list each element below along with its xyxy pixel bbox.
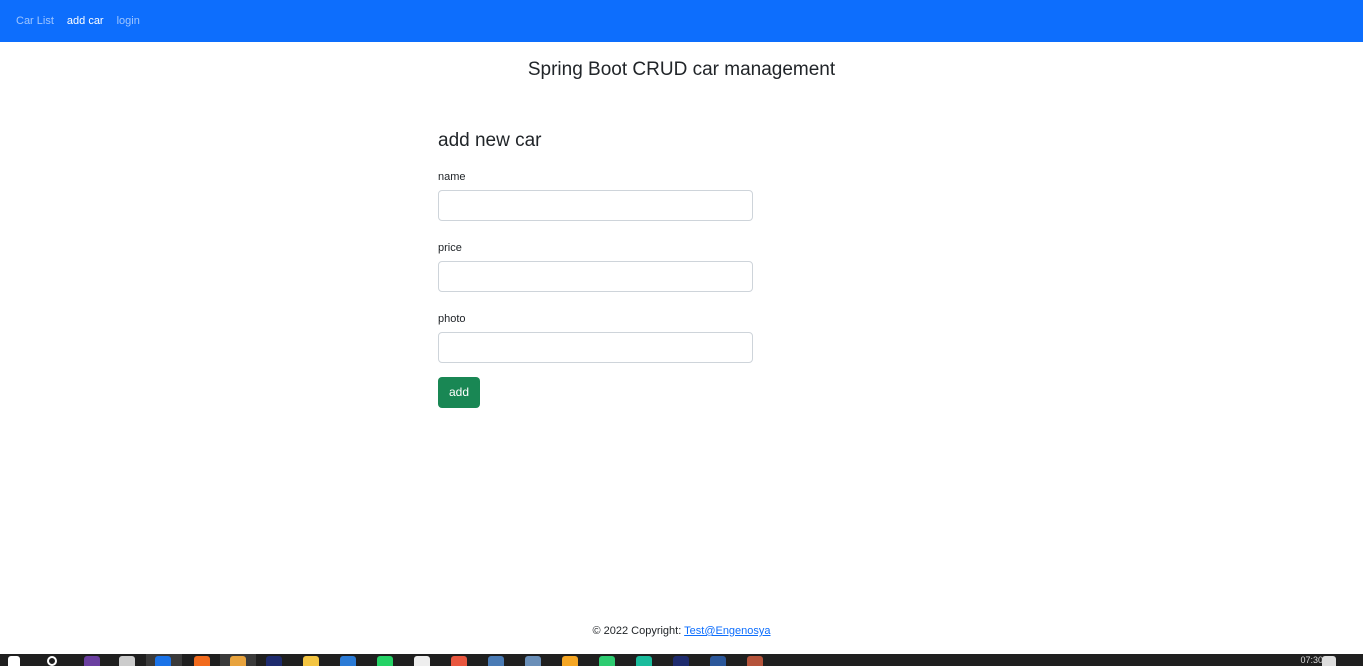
nav-login[interactable]: login: [117, 0, 140, 42]
windows-taskbar: 07:30: [0, 654, 1363, 666]
notification-icon[interactable]: [1322, 656, 1336, 666]
word-icon[interactable]: [710, 656, 726, 666]
nav-car-list[interactable]: Car List: [16, 0, 54, 42]
github-icon[interactable]: [525, 656, 541, 666]
photo-input[interactable]: [438, 332, 753, 363]
app-icon-2[interactable]: [599, 656, 615, 666]
taskbar-clock[interactable]: 07:30: [1300, 654, 1323, 666]
price-input[interactable]: [438, 261, 753, 292]
copyright-text: © 2022 Copyright:: [592, 625, 685, 637]
misc-icon[interactable]: [747, 656, 763, 666]
footer-link[interactable]: Test@Engenosya: [684, 625, 770, 637]
vscode-icon[interactable]: [340, 656, 356, 666]
git-icon[interactable]: [451, 656, 467, 666]
name-label: name: [438, 171, 466, 183]
app-icon-3[interactable]: [636, 656, 652, 666]
price-label: price: [438, 242, 462, 254]
page-title: Spring Boot CRUD car management: [527, 59, 836, 80]
obs-icon[interactable]: [84, 656, 100, 666]
intellij-icon[interactable]: [266, 656, 282, 666]
windows-start-icon[interactable]: [8, 656, 20, 666]
top-navbar: Car List add car login: [0, 0, 1363, 42]
intellij-icon-2[interactable]: [673, 656, 689, 666]
terminal-icon[interactable]: [488, 656, 504, 666]
chrome-icon[interactable]: [155, 656, 171, 666]
footer: © 2022 Copyright: Test@Engenosya: [0, 625, 1363, 637]
store-icon[interactable]: [119, 656, 135, 666]
file-explorer-icon[interactable]: [303, 656, 319, 666]
name-input[interactable]: [438, 190, 753, 221]
app-icon[interactable]: [562, 656, 578, 666]
pen-icon[interactable]: [230, 656, 246, 666]
whatsapp-icon[interactable]: [377, 656, 393, 666]
add-button[interactable]: add: [438, 376, 480, 408]
form-title: add new car: [438, 130, 542, 151]
notepad-icon[interactable]: [414, 656, 430, 666]
search-icon[interactable]: [47, 656, 57, 666]
postman-icon[interactable]: [194, 656, 210, 666]
add-car-form: add new car name price photo add: [438, 129, 753, 408]
nav-add-car[interactable]: add car: [67, 0, 104, 42]
photo-label: photo: [438, 313, 466, 325]
